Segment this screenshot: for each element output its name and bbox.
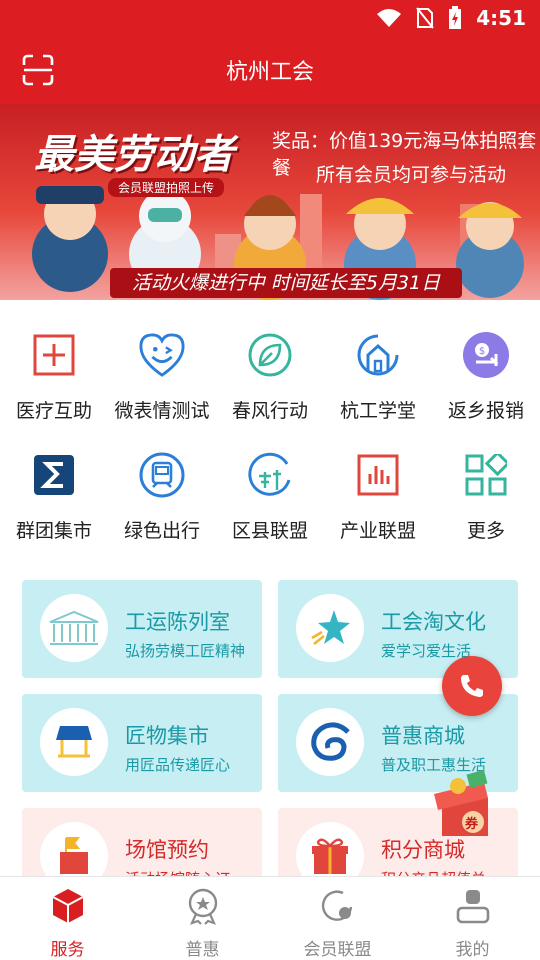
service-cube-icon (52, 889, 83, 923)
globe-alliance-icon (247, 452, 293, 498)
card-labor-exhibit[interactable]: 工运陈列室 弘扬劳模工匠精神 (22, 580, 262, 678)
grid-item-expression-test[interactable]: 微表情测试 (108, 332, 216, 423)
grid-item-medical[interactable]: 医疗互助 (0, 332, 108, 423)
card-title: 工运陈列室 (125, 610, 230, 634)
card-title: 匠物集市 (125, 724, 209, 748)
grid-label: 微表情测试 (114, 400, 210, 422)
banner-ribbon: 活动火爆进行中 时间延长至5月31日 (110, 268, 462, 298)
call-button[interactable] (442, 656, 502, 716)
tab-label: 我的 (455, 940, 490, 960)
tab-service[interactable]: 服务 (0, 877, 135, 960)
tab-label: 会员联盟 (303, 940, 372, 960)
medical-cross-icon (31, 332, 77, 378)
user-icon (456, 890, 489, 924)
venue-flag-icon (40, 822, 108, 876)
leaf-icon (247, 332, 293, 378)
card-subtitle: 积分产品超值兑 (381, 868, 516, 876)
service-grid-row-1: 医疗互助 微表情测试 春风行动 杭工学堂 $ 返乡报销 (0, 332, 540, 423)
grid-more-icon (463, 452, 509, 498)
grid-label: 更多 (466, 520, 505, 542)
medal-icon (188, 888, 217, 925)
grid-item-district-alliance[interactable]: 区县联盟 (216, 452, 324, 543)
tab-label: 普惠 (185, 940, 220, 960)
tab-benefit[interactable]: 普惠 (135, 877, 270, 960)
grid-label: 医疗互助 (15, 400, 92, 422)
banner-tag: 会员联盟拍照上传 (108, 178, 225, 197)
bus-icon (139, 452, 185, 498)
member-alliance-icon (321, 890, 352, 921)
page-title: 杭州工会 (225, 60, 314, 85)
stall-icon (40, 708, 108, 776)
exhibit-hall-icon (40, 594, 108, 662)
card-title: 工会淘文化 (381, 610, 486, 634)
smile-heart-icon (139, 332, 185, 378)
grid-item-industry-alliance[interactable]: 产业联盟 (324, 452, 432, 543)
promo-banner[interactable]: 最美劳动者 会员联盟拍照上传 奖品：价值139元海马体拍照套餐 所有会员均可参与… (0, 104, 540, 300)
swirl-logo-icon (296, 708, 364, 776)
card-title: 普惠商城 (381, 724, 465, 748)
grid-label: 绿色出行 (123, 520, 200, 542)
banner-headline: 最美劳动者 (34, 131, 234, 178)
gift-box-icon (296, 822, 364, 876)
star-icon (296, 594, 364, 662)
grid-label: 杭工学堂 (339, 400, 416, 422)
grid-item-school[interactable]: 杭工学堂 (324, 332, 432, 423)
gift-coupon-icon (434, 769, 488, 836)
money-return-icon: $ (463, 332, 509, 378)
grid-item-spring-wind[interactable]: 春风行动 (216, 332, 324, 423)
no-sim-icon (416, 7, 435, 29)
grid-label: 区县联盟 (231, 520, 308, 542)
grid-label: 春风行动 (231, 400, 308, 422)
coupon-label: 券 (465, 817, 479, 832)
card-subtitle: 活动场馆随心订 (125, 868, 260, 876)
bar-chart-icon (355, 452, 401, 498)
tab-mine[interactable]: 我的 (405, 877, 540, 960)
card-craft-market[interactable]: 匠物集市 用匠品传递匠心 (22, 694, 262, 792)
svg-text:$: $ (479, 346, 485, 357)
tab-label: 服务 (50, 940, 85, 960)
grid-label: 产业联盟 (339, 520, 416, 542)
market-s-icon (31, 452, 77, 498)
house-icon (355, 332, 401, 378)
grid-item-more[interactable]: 更多 (432, 452, 540, 543)
banner-prize-note: 所有会员均可参与活动 (316, 164, 507, 186)
coupon-gift-button[interactable]: 券 (428, 764, 508, 844)
grid-item-green-travel[interactable]: 绿色出行 (108, 452, 216, 543)
app-bar: 杭州工会 (0, 36, 540, 104)
card-subtitle: 弘扬劳模工匠精神 (125, 642, 246, 660)
card-subtitle: 爱学习爱生活 (381, 642, 472, 660)
grid-label: 群团集市 (15, 520, 92, 542)
card-subtitle: 用匠品传递匠心 (125, 756, 231, 774)
status-bar: 4:51 (0, 0, 540, 36)
card-venue-booking[interactable]: 场馆预约 活动场馆随心订 (22, 808, 262, 876)
grid-item-return-home[interactable]: $ 返乡报销 (432, 332, 540, 423)
bottom-tab-bar: 服务 普惠 会员联盟 我的 (0, 876, 540, 960)
tab-member-alliance[interactable]: 会员联盟 (270, 877, 405, 960)
phone-icon (461, 675, 483, 697)
grid-label: 返乡报销 (447, 400, 524, 422)
wifi-icon (377, 9, 402, 27)
battery-charging-icon (449, 6, 462, 29)
card-title: 场馆预约 (125, 838, 209, 862)
service-grid-row-2: 群团集市 绿色出行 区县联盟 产业联盟 更多 (0, 452, 540, 543)
grid-item-market[interactable]: 群团集市 (0, 452, 108, 543)
clock: 4:51 (476, 6, 526, 30)
